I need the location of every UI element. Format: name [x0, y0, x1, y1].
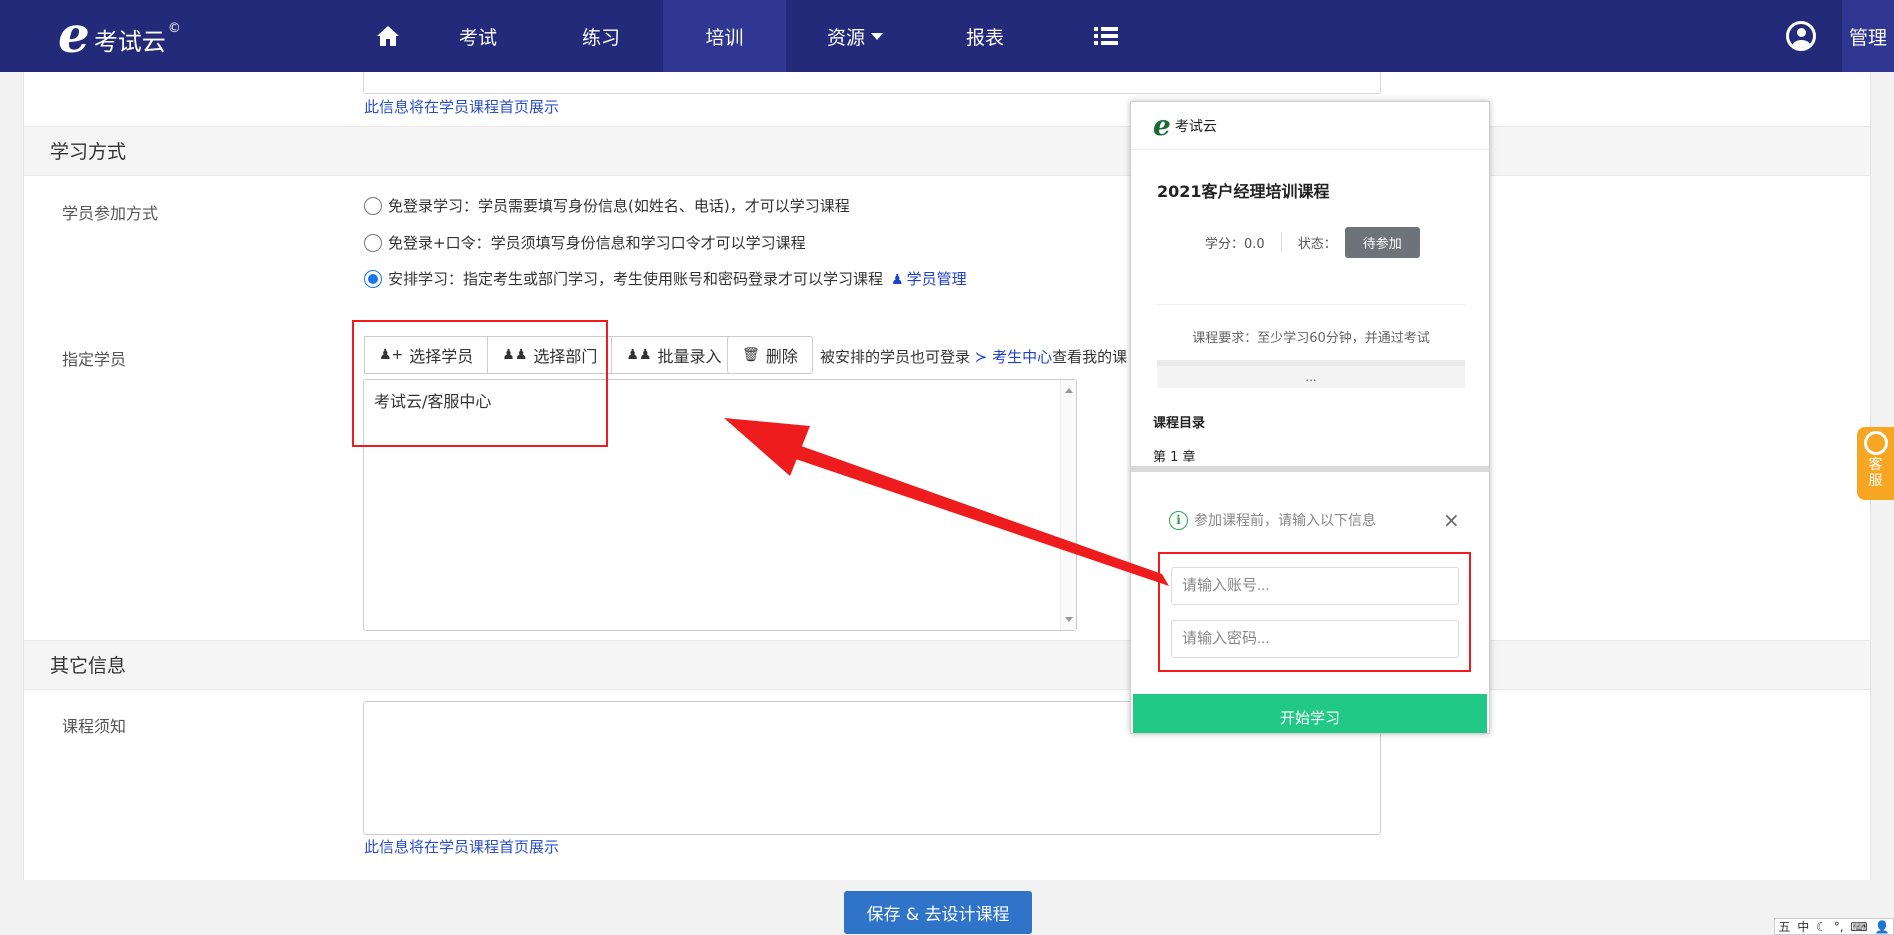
annotation-arrow: [724, 418, 1169, 586]
annotation-arrow-shaft: [775, 441, 1169, 586]
annotation-arrow-head: [724, 418, 810, 476]
